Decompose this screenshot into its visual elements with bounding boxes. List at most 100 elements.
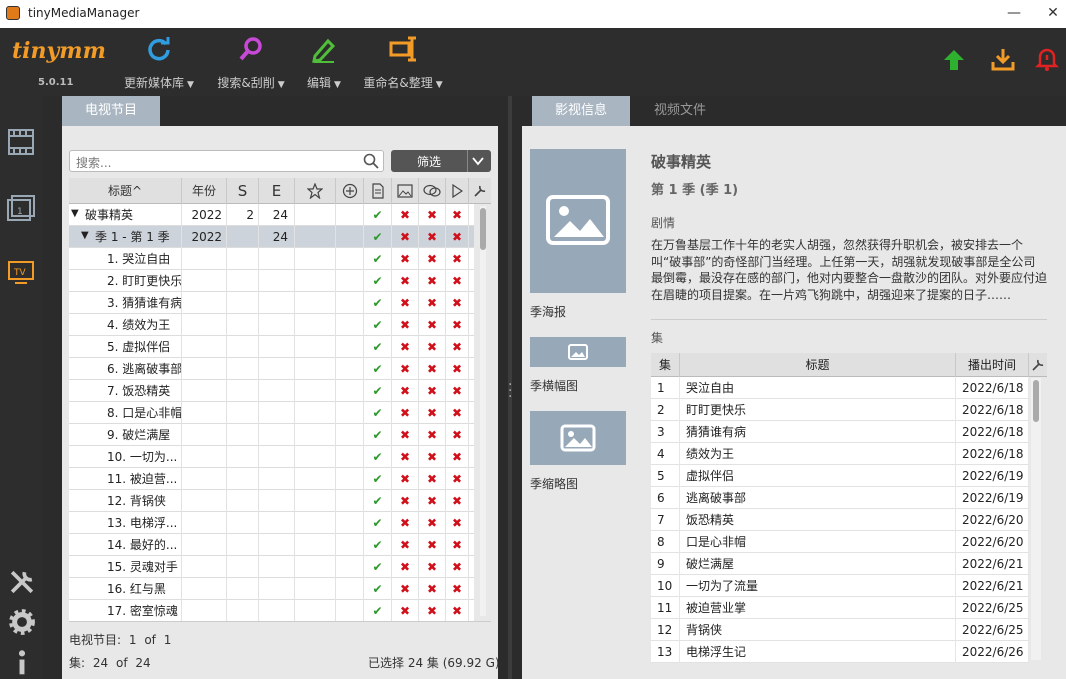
cross-icon: ✖ xyxy=(392,578,419,600)
tab-tv-shows[interactable]: 电视节目 xyxy=(62,96,160,126)
episode-row[interactable]: 2. 盯盯更快乐 ✔ ✖ ✖ ✖ xyxy=(69,270,474,292)
row-year xyxy=(182,468,227,490)
wrench-icon xyxy=(474,185,486,197)
episode-list-row[interactable]: 12 背锅侠 2022/6/25 xyxy=(651,619,1029,641)
maximize-button[interactable] xyxy=(995,2,1031,24)
edit-button[interactable]: 编辑 ▼ xyxy=(302,34,346,94)
episode-row[interactable]: 7. 饭恐精英 ✔ ✖ ✖ ✖ xyxy=(69,380,474,402)
status-shows-value: 1 xyxy=(128,633,137,647)
expand-toggle-icon[interactable]: ▼ xyxy=(81,230,89,241)
season-row[interactable]: 季 1 - 第 1 季 2022 24 ✔ ✖ ✖ ✖ ▼ xyxy=(69,226,474,248)
episode-list-row[interactable]: 10 一切为了流量 2022/6/21 xyxy=(651,575,1029,597)
settings-gear-icon[interactable] xyxy=(6,606,38,638)
column-new[interactable] xyxy=(336,178,364,204)
scrollbar-thumb[interactable] xyxy=(480,208,486,250)
tab-info[interactable]: 影视信息 xyxy=(532,96,630,126)
episode-list-row[interactable]: 7 饭恐精英 2022/6/20 xyxy=(651,509,1029,531)
splitter-handle-icon[interactable]: · · · xyxy=(508,378,512,404)
search-input[interactable]: 搜索... xyxy=(69,150,384,172)
episode-row[interactable]: 11. 被迫营... ✔ ✖ ✖ ✖ xyxy=(69,468,474,490)
row-episodes xyxy=(259,314,295,336)
movies-film-icon[interactable] xyxy=(5,126,37,158)
column-episodes[interactable]: E xyxy=(259,178,295,204)
column-config[interactable] xyxy=(469,178,491,204)
column-rating[interactable] xyxy=(295,178,336,204)
panel-splitter[interactable]: · · · xyxy=(498,96,522,679)
notification-bell-icon[interactable] xyxy=(1034,46,1060,72)
close-button[interactable]: ✕ xyxy=(1040,2,1066,24)
episode-row[interactable]: 6. 逃离破事部 ✔ ✖ ✖ ✖ xyxy=(69,358,474,380)
upgrade-arrow-icon[interactable] xyxy=(942,48,966,72)
column-aired[interactable]: 播出时间 xyxy=(956,353,1029,377)
row-title: 破事精英 xyxy=(69,204,182,226)
episode-row[interactable]: 4. 绩效为王 ✔ ✖ ✖ ✖ xyxy=(69,314,474,336)
wrench-icon[interactable] xyxy=(1031,358,1045,372)
check-icon: ✔ xyxy=(364,314,392,336)
row-year xyxy=(182,446,227,468)
info-icon[interactable] xyxy=(6,646,38,678)
season-poster-image[interactable] xyxy=(530,149,626,293)
episode-row[interactable]: 1. 哭泣自由 ✔ ✖ ✖ ✖ xyxy=(69,248,474,270)
episode-row[interactable]: 17. 密室惊魂 ✔ ✖ ✖ ✖ xyxy=(69,600,474,622)
cross-icon: ✖ xyxy=(446,358,469,380)
scrollbar-thumb[interactable] xyxy=(1033,380,1039,422)
episode-list-row[interactable]: 13 电梯浮生记 2022/6/26 xyxy=(651,641,1029,663)
episode-row[interactable]: 16. 红与黑 ✔ ✖ ✖ ✖ xyxy=(69,578,474,600)
rename-organize-button[interactable]: 重命名&整理 ▼ xyxy=(360,34,446,94)
cross-icon: ✖ xyxy=(446,270,469,292)
season-banner-image[interactable] xyxy=(530,337,626,367)
movie-sets-icon[interactable]: 1 xyxy=(5,192,37,224)
column-nfo[interactable] xyxy=(364,178,392,204)
tab-media-files[interactable]: 视频文件 xyxy=(632,96,728,126)
check-icon: ✔ xyxy=(364,336,392,358)
episode-aired: 2022/6/18 xyxy=(956,377,1029,399)
episode-list-row[interactable]: 9 破烂满屋 2022/6/21 xyxy=(651,553,1029,575)
column-seasons[interactable]: S xyxy=(227,178,259,204)
cross-icon: ✖ xyxy=(392,292,419,314)
status-of-label: of xyxy=(144,633,156,647)
episode-list-row[interactable]: 8 口是心非帽 2022/6/20 xyxy=(651,531,1029,553)
row-new xyxy=(336,292,364,314)
episode-list-row[interactable]: 6 逃离破事部 2022/6/19 xyxy=(651,487,1029,509)
column-title[interactable]: 标题^ xyxy=(69,178,182,204)
column-year[interactable]: 年份 xyxy=(182,178,227,204)
tv-shows-icon[interactable]: TV xyxy=(5,256,37,288)
search-scrape-button[interactable]: 搜索&刮削 ▼ xyxy=(214,34,288,94)
episode-row[interactable]: 5. 虚拟伴侣 ✔ ✖ ✖ ✖ xyxy=(69,336,474,358)
row-seasons: 2 xyxy=(227,204,259,226)
episode-row[interactable]: 9. 破烂满屋 ✔ ✖ ✖ ✖ xyxy=(69,424,474,446)
episode-list-row[interactable]: 4 绩效为王 2022/6/18 xyxy=(651,443,1029,465)
episode-row[interactable]: 8. 口是心非帽 ✔ ✖ ✖ ✖ xyxy=(69,402,474,424)
episode-list-row[interactable]: 5 虚拟伴侣 2022/6/19 xyxy=(651,465,1029,487)
season-thumb-image[interactable] xyxy=(530,411,626,465)
episode-row[interactable]: 15. 灵魂对手 ✔ ✖ ✖ ✖ xyxy=(69,556,474,578)
download-icon[interactable] xyxy=(990,46,1016,72)
column-episode-num[interactable]: 集 xyxy=(651,353,680,377)
episode-row[interactable]: 10. 一切为... ✔ ✖ ✖ ✖ xyxy=(69,446,474,468)
episode-list-row[interactable]: 11 被迫营业掌 2022/6/25 xyxy=(651,597,1029,619)
row-new xyxy=(336,380,364,402)
column-episode-title[interactable]: 标题 xyxy=(680,353,956,377)
episode-list-row[interactable]: 2 盯盯更快乐 2022/6/18 xyxy=(651,399,1029,421)
expand-toggle-icon[interactable]: ▼ xyxy=(71,208,79,219)
search-icon[interactable] xyxy=(362,152,380,170)
tv-show-row[interactable]: 破事精英 2022 2 24 ✔ ✖ ✖ ✖ ▼ xyxy=(69,204,474,226)
row-year xyxy=(182,534,227,556)
update-library-button[interactable]: 更新媒体库 ▼ xyxy=(120,34,198,94)
episode-row[interactable]: 13. 电梯浮... ✔ ✖ ✖ ✖ xyxy=(69,512,474,534)
chevron-down-icon[interactable] xyxy=(471,154,485,168)
row-rating xyxy=(295,402,336,424)
column-subtitles[interactable] xyxy=(419,178,446,204)
episode-row[interactable]: 12. 背锅侠 ✔ ✖ ✖ ✖ xyxy=(69,490,474,512)
row-year xyxy=(182,248,227,270)
column-images[interactable] xyxy=(392,178,419,204)
episode-row[interactable]: 14. 最好的... ✔ ✖ ✖ ✖ xyxy=(69,534,474,556)
row-year xyxy=(182,402,227,424)
episode-row[interactable]: 3. 猜猜谁有病 ✔ ✖ ✖ ✖ xyxy=(69,292,474,314)
column-trailer[interactable] xyxy=(446,178,469,204)
vertical-scrollbar[interactable] xyxy=(480,206,486,616)
episode-list-row[interactable]: 3 猜猜谁有病 2022/6/18 xyxy=(651,421,1029,443)
filter-button[interactable]: 筛选 xyxy=(391,150,491,172)
tools-icon[interactable] xyxy=(6,566,38,598)
episode-list-row[interactable]: 1 哭泣自由 2022/6/18 xyxy=(651,377,1029,399)
